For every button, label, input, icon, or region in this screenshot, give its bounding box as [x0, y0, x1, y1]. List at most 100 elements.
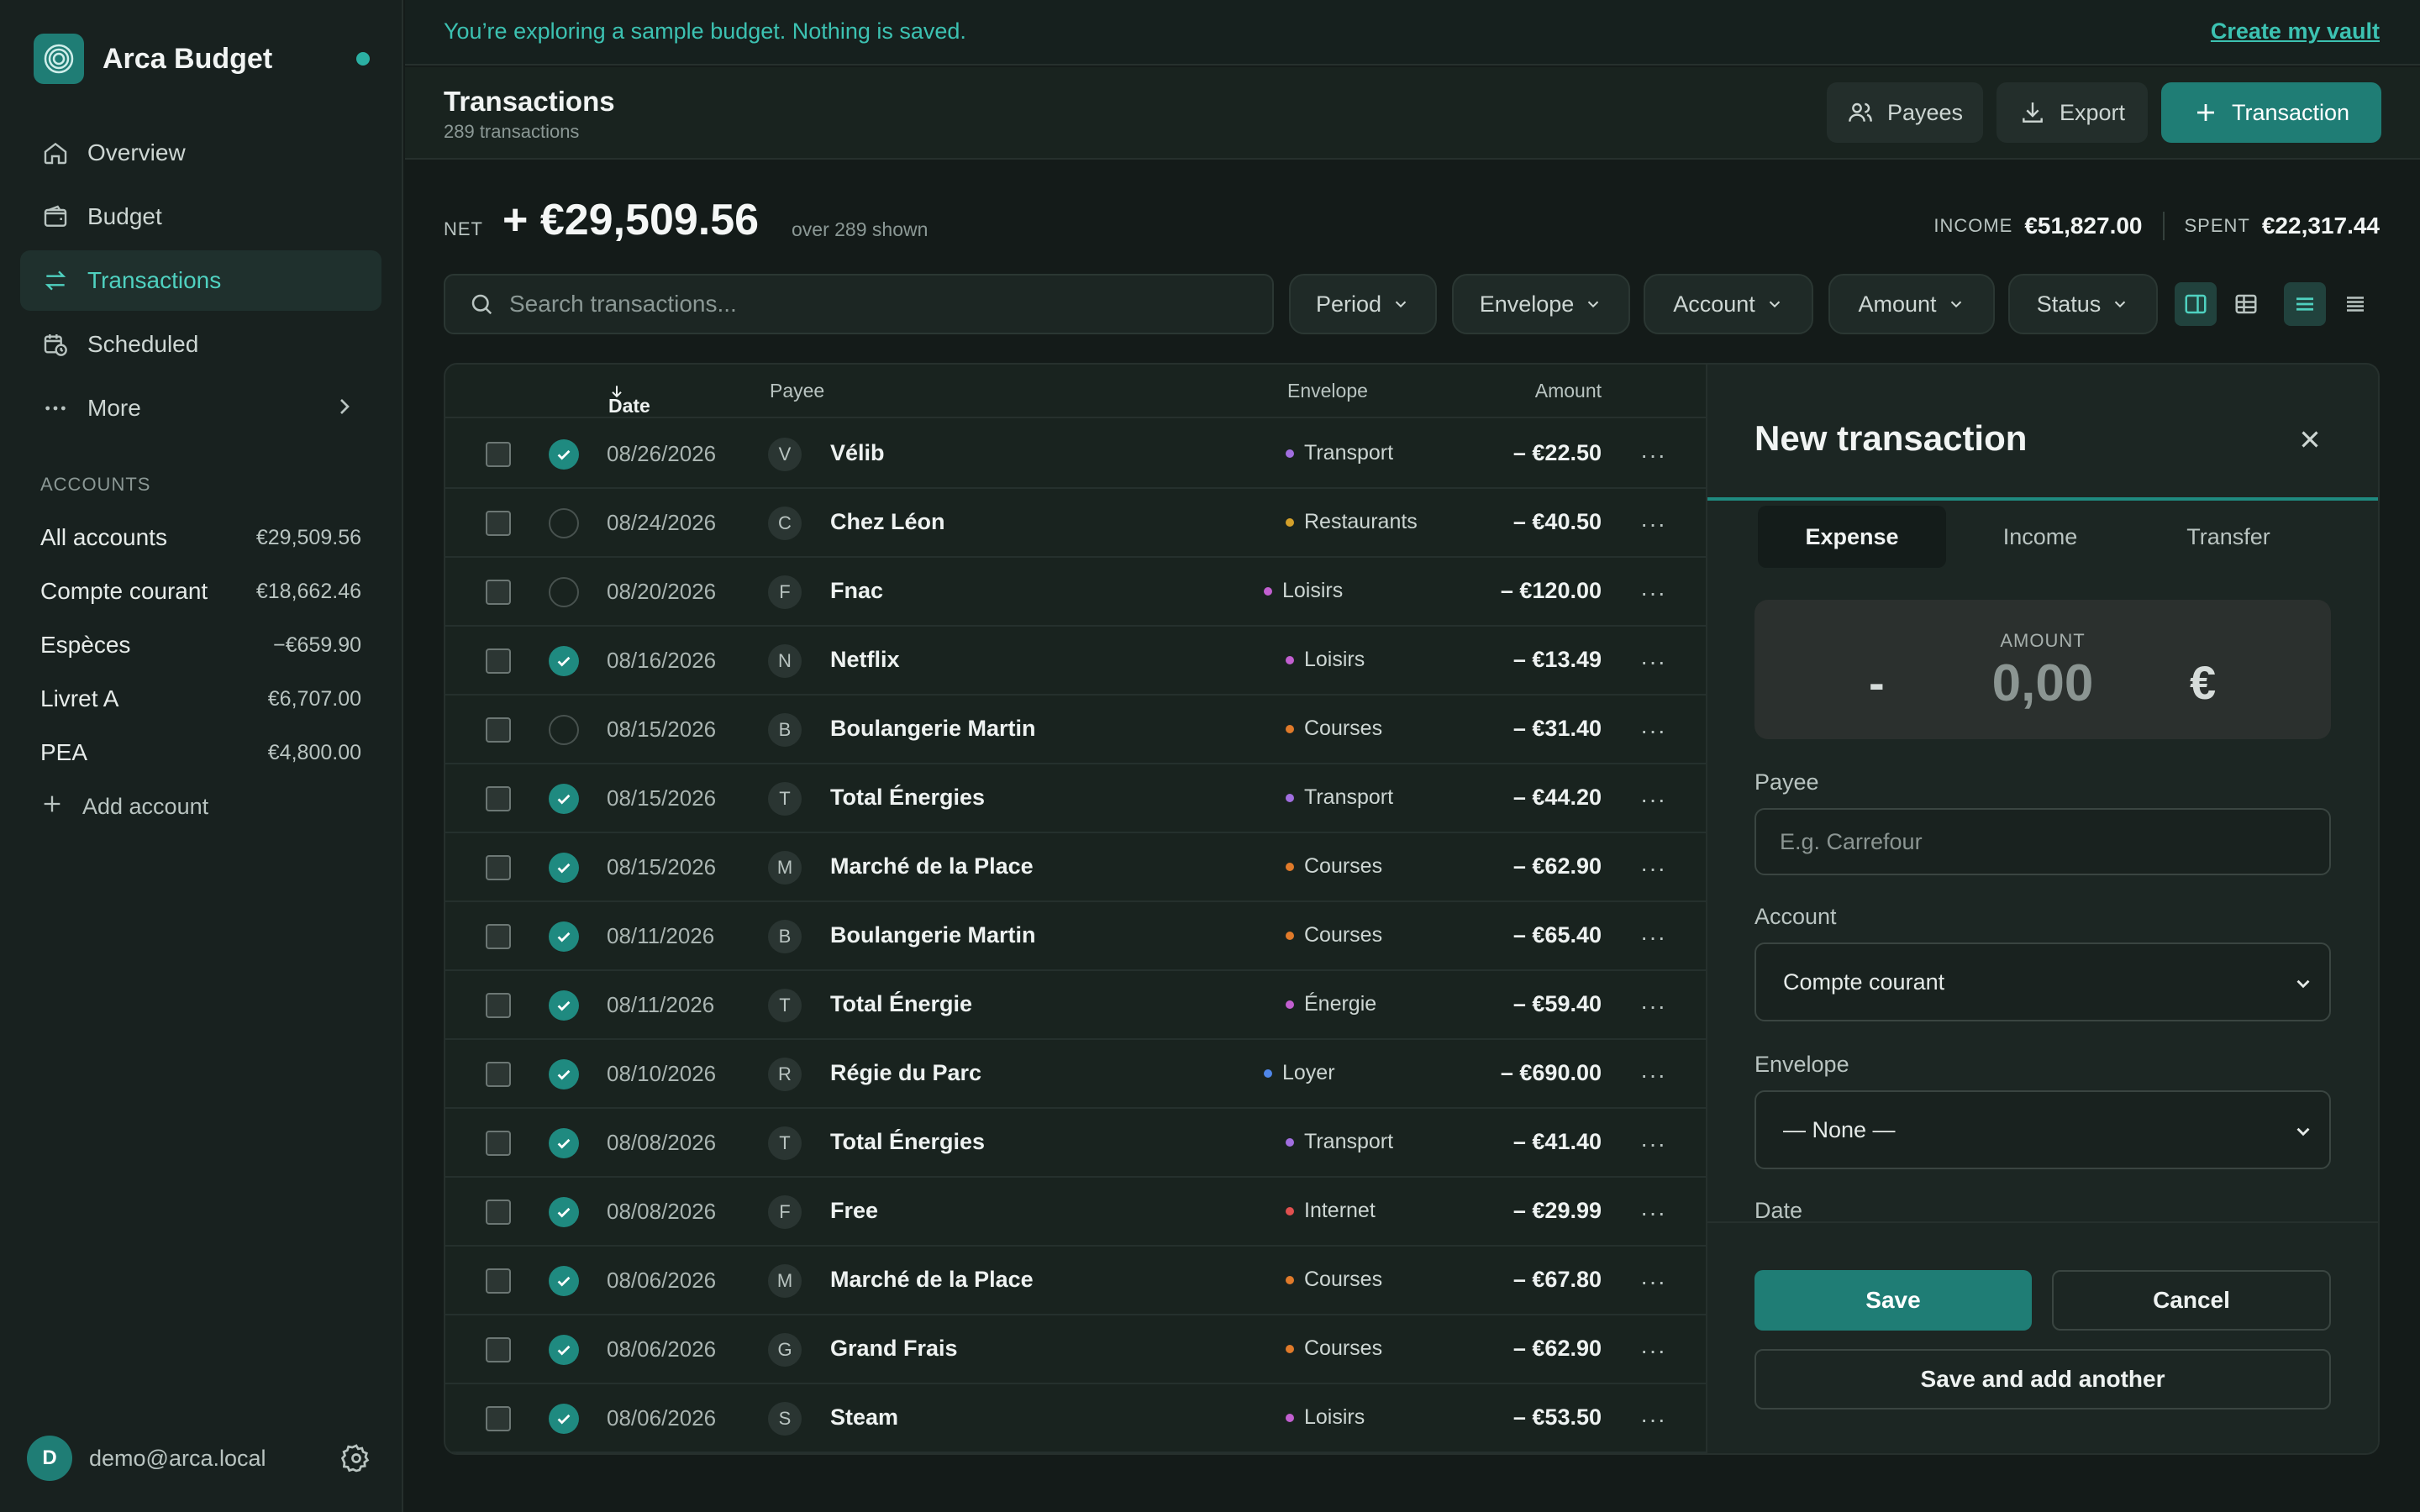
comfortable-density-button[interactable]: [2284, 282, 2326, 326]
row-checkbox[interactable]: [486, 442, 511, 467]
account-item-especes[interactable]: Espèces −€659.90: [40, 618, 361, 672]
save-and-add-another-button[interactable]: Save and add another: [1754, 1349, 2331, 1410]
row-checkbox[interactable]: [486, 511, 511, 536]
user-menu[interactable]: D demo@arca.local: [27, 1435, 371, 1482]
cleared-toggle[interactable]: [549, 1128, 579, 1158]
row-checkbox[interactable]: [486, 855, 511, 880]
export-button[interactable]: Export: [1996, 82, 2148, 143]
toggle-panel-button[interactable]: [2175, 282, 2217, 326]
table-row[interactable]: 08/16/2026 N Netflix Loisirs – €13.49 ···: [445, 627, 1706, 696]
account-item-livret-a[interactable]: Livret A €6,707.00: [40, 672, 361, 726]
sidebar-item-more[interactable]: More: [20, 378, 381, 438]
cleared-toggle[interactable]: [549, 646, 579, 676]
table-row[interactable]: 08/08/2026 T Total Énergies Transport – €41.…: [445, 1109, 1706, 1178]
more-icon[interactable]: ···: [1640, 648, 1666, 675]
payees-button[interactable]: Payees: [1827, 82, 1983, 143]
row-checkbox[interactable]: [486, 580, 511, 605]
more-icon[interactable]: ···: [1640, 786, 1666, 813]
row-checkbox[interactable]: [486, 924, 511, 949]
row-checkbox[interactable]: [486, 1406, 511, 1431]
table-row[interactable]: 08/15/2026 B Boulangerie Martin Courses – €3…: [445, 696, 1706, 764]
cleared-toggle[interactable]: [549, 508, 579, 538]
cancel-button[interactable]: Cancel: [2052, 1270, 2331, 1331]
compact-density-button[interactable]: [2334, 282, 2376, 326]
grid-view-button[interactable]: [2225, 282, 2267, 326]
tab-income[interactable]: Income: [1946, 506, 2134, 568]
cleared-toggle[interactable]: [549, 921, 579, 952]
create-vault-link[interactable]: Create my vault: [2211, 18, 2380, 45]
close-icon[interactable]: [2296, 425, 2324, 458]
more-icon[interactable]: ···: [1640, 1062, 1666, 1089]
tab-transfer[interactable]: Transfer: [2134, 506, 2323, 568]
sidebar-item-budget[interactable]: Budget: [20, 186, 381, 247]
row-checkbox[interactable]: [486, 1268, 511, 1294]
more-icon[interactable]: ···: [1640, 1131, 1666, 1158]
more-icon[interactable]: ···: [1640, 1268, 1666, 1295]
tab-expense[interactable]: Expense: [1758, 506, 1946, 568]
envelope-select[interactable]: — None —: [1754, 1090, 2331, 1169]
brand[interactable]: Arca Budget: [34, 34, 370, 84]
table-row[interactable]: 08/11/2026 B Boulangerie Martin Courses – €6…: [445, 902, 1706, 971]
account-select[interactable]: Compte courant: [1754, 942, 2331, 1021]
row-checkbox[interactable]: [486, 786, 511, 811]
account-item-pea[interactable]: PEA €4,800.00: [40, 726, 361, 780]
more-icon[interactable]: ···: [1640, 1200, 1666, 1226]
table-row[interactable]: 08/24/2026 C Chez Léon Restaurants – €40.50 ·…: [445, 489, 1706, 558]
table-row[interactable]: 08/26/2026 V Vélib Transport – €22.50 ···: [445, 420, 1706, 489]
more-icon[interactable]: ···: [1640, 717, 1666, 744]
column-date[interactable]: Date: [608, 380, 650, 417]
sidebar-item-transactions[interactable]: Transactions: [20, 250, 381, 311]
table-row[interactable]: 08/08/2026 F Free Internet – €29.99 ···: [445, 1178, 1706, 1247]
search-input[interactable]: Search transactions...: [444, 274, 1274, 334]
cleared-toggle[interactable]: [549, 1404, 579, 1434]
cleared-toggle[interactable]: [549, 715, 579, 745]
cleared-toggle[interactable]: [549, 577, 579, 607]
add-account-button[interactable]: Add account: [40, 780, 361, 833]
table-row[interactable]: 08/15/2026 M Marché de la Place Courses – €6…: [445, 833, 1706, 902]
more-icon[interactable]: ···: [1640, 855, 1666, 882]
more-icon[interactable]: ···: [1640, 924, 1666, 951]
row-checkbox[interactable]: [486, 1337, 511, 1362]
table-row[interactable]: 08/20/2026 F Fnac Loisirs – €120.00 ···: [445, 558, 1706, 627]
amount-input[interactable]: AMOUNT - 0,00 €: [1754, 600, 2331, 739]
more-icon[interactable]: ···: [1640, 1337, 1666, 1364]
column-payee[interactable]: Payee: [770, 380, 824, 402]
more-icon[interactable]: ···: [1640, 580, 1666, 606]
cleared-toggle[interactable]: [549, 1197, 579, 1227]
table-row[interactable]: 08/06/2026 G Grand Frais Courses – €62.90 ···: [445, 1315, 1706, 1384]
table-row[interactable]: 08/06/2026 S Steam Loisirs – €53.50 ···: [445, 1384, 1706, 1453]
row-checkbox[interactable]: [486, 1131, 511, 1156]
cleared-toggle[interactable]: [549, 1266, 579, 1296]
payee-field[interactable]: E.g. Carrefour: [1754, 808, 2331, 875]
cleared-toggle[interactable]: [549, 990, 579, 1021]
table-row[interactable]: 08/15/2026 T Total Énergies Transport – €44.…: [445, 764, 1706, 833]
cleared-toggle[interactable]: [549, 853, 579, 883]
row-checkbox[interactable]: [486, 1200, 511, 1225]
cleared-toggle[interactable]: [549, 439, 579, 470]
cleared-toggle[interactable]: [549, 1059, 579, 1089]
column-amount[interactable]: Amount: [1535, 380, 1602, 402]
more-icon[interactable]: ···: [1640, 442, 1666, 469]
cleared-toggle[interactable]: [549, 784, 579, 814]
filter-account[interactable]: Account: [1644, 274, 1813, 334]
account-item-compte-courant[interactable]: Compte courant €18,662.46: [40, 564, 361, 618]
account-item-all[interactable]: All accounts €29,509.56: [40, 511, 361, 564]
more-icon[interactable]: ···: [1640, 1406, 1666, 1433]
table-row[interactable]: 08/11/2026 T Total Énergie Énergie – €59.40 ·…: [445, 971, 1706, 1040]
more-icon[interactable]: ···: [1640, 993, 1666, 1020]
row-checkbox[interactable]: [486, 648, 511, 674]
add-transaction-button[interactable]: Transaction: [2161, 82, 2381, 143]
more-icon[interactable]: ···: [1640, 511, 1666, 538]
filter-status[interactable]: Status: [2008, 274, 2158, 334]
sidebar-item-scheduled[interactable]: Scheduled: [20, 314, 381, 375]
filter-envelope[interactable]: Envelope: [1452, 274, 1630, 334]
table-row[interactable]: 08/06/2026 M Marché de la Place Courses – €6…: [445, 1247, 1706, 1315]
row-checkbox[interactable]: [486, 993, 511, 1018]
row-checkbox[interactable]: [486, 1062, 511, 1087]
save-button[interactable]: Save: [1754, 1270, 2032, 1331]
column-envelope[interactable]: Envelope: [1287, 380, 1368, 402]
cleared-toggle[interactable]: [549, 1335, 579, 1365]
table-row[interactable]: 08/10/2026 R Régie du Parc Loyer – €690.00 ··…: [445, 1040, 1706, 1109]
filter-amount[interactable]: Amount: [1828, 274, 1995, 334]
filter-period[interactable]: Period: [1289, 274, 1437, 334]
